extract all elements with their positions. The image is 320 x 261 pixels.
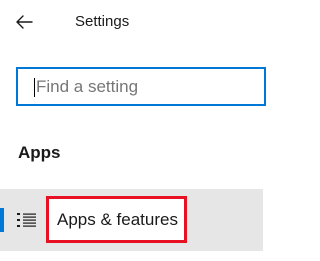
section-heading: Apps: [18, 143, 61, 162]
back-button[interactable]: [8, 8, 40, 36]
settings-window: Settings Apps Apps & features: [0, 0, 266, 261]
arrow-left-icon: [15, 15, 33, 29]
window-title: Settings: [75, 13, 130, 30]
search-input[interactable]: [36, 71, 261, 102]
selection-indicator: [0, 208, 4, 232]
apps-list-icon: [17, 212, 37, 228]
nav-item-apps-features[interactable]: Apps & features: [0, 189, 263, 251]
search-box[interactable]: [16, 67, 266, 106]
text-cursor: [34, 78, 35, 97]
nav-item-label: Apps & features: [57, 210, 178, 229]
